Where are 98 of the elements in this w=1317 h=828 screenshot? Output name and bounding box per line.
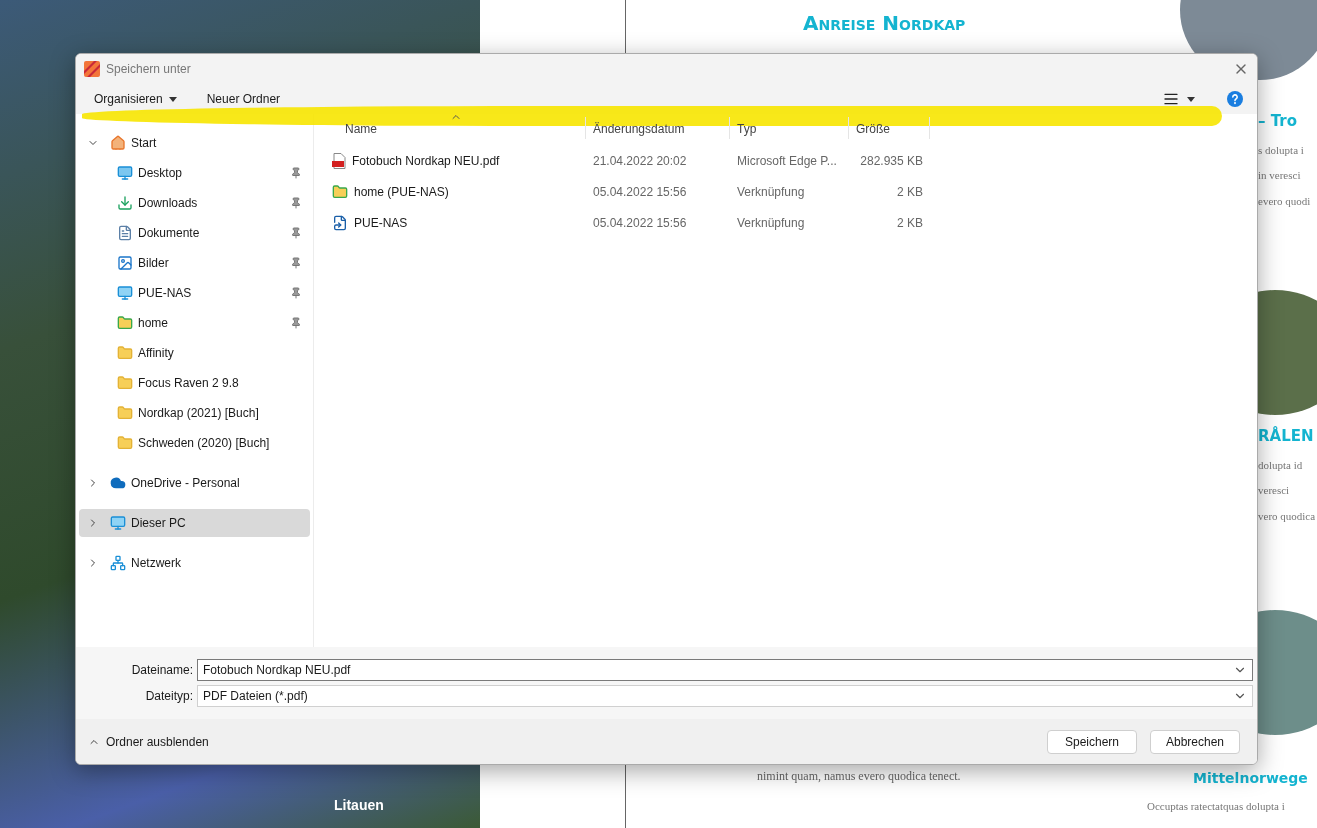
file-date: 05.04.2022 15:56	[592, 183, 688, 201]
section-heading: – Tro	[1258, 111, 1298, 132]
file-name: PUE-NAS	[354, 214, 408, 232]
nav-item[interactable]: OneDrive - Personal	[79, 469, 310, 497]
nav-label: Affinity	[138, 345, 174, 362]
nav-item[interactable]: Focus Raven 2 9.8	[79, 369, 310, 397]
folder-icon	[117, 405, 133, 421]
save-button[interactable]: Speichern	[1047, 729, 1137, 754]
nav-item[interactable]: Affinity	[79, 339, 310, 367]
file-type: Verknüpfung	[736, 183, 806, 201]
file-size: 282.935 KB	[859, 152, 924, 170]
nav-label: Downloads	[138, 195, 198, 212]
file-row[interactable]: Fotobuch Nordkap NEU.pdf 21.04.2022 20:02 Microsoft Edge P... 282.935 KB	[314, 145, 1257, 176]
nav-label: PUE-NAS	[138, 285, 192, 302]
home-icon	[110, 135, 126, 151]
file-size: 2 KB	[896, 183, 924, 201]
document-heading: Anreise Nordkap	[803, 10, 966, 37]
filename-field[interactable]: Fotobuch Nordkap NEU.pdf	[197, 659, 1253, 681]
field-label: Dateityp:	[144, 688, 194, 705]
map-label: Litauen	[334, 796, 384, 815]
section-heading: Mittelnorwege	[1193, 769, 1308, 788]
file-date: 21.04.2022 20:02	[592, 152, 688, 170]
network-icon	[110, 555, 126, 571]
file-type: Verknüpfung	[736, 214, 806, 232]
cancel-button[interactable]: Abbrechen	[1150, 729, 1240, 754]
body-text: evero quodi	[1258, 193, 1312, 209]
nav-item[interactable]: Start	[79, 129, 310, 157]
nav-label: Dokumente	[138, 225, 200, 242]
nav-item[interactable]: Downloads	[79, 189, 310, 217]
file-row[interactable]: PUE-NAS 05.04.2022 15:56 Verknüpfung 2 KB	[314, 207, 1257, 238]
file-date: 05.04.2022 15:56	[592, 214, 688, 232]
nav-label: Bilder	[138, 255, 169, 272]
pin-icon[interactable]	[290, 167, 302, 179]
shortcut-icon	[332, 214, 348, 231]
file-size: 2 KB	[896, 214, 924, 232]
nav-label: Start	[131, 135, 157, 152]
file-name: Fotobuch Nordkap NEU.pdf	[352, 152, 500, 170]
body-text: Occuptas ratectatquas dolupta i	[1147, 799, 1285, 814]
window-title: Speichern unter	[106, 61, 191, 78]
folder-icon	[117, 345, 133, 361]
column-header[interactable]: Typ	[730, 117, 849, 139]
nav-item[interactable]: Dieser PC	[79, 509, 310, 537]
column-header[interactable]: Größe	[849, 117, 930, 139]
body-text: s dolupta i	[1258, 142, 1305, 158]
body-text: nimint quam, namus evero quodica tenect.	[757, 768, 961, 785]
folder-shortcut-icon	[332, 183, 348, 200]
nav-label: Desktop	[138, 165, 183, 182]
filetype-dropdown[interactable]: PDF Dateien (*.pdf)	[197, 685, 1253, 707]
caret-icon[interactable]	[1187, 96, 1195, 102]
hide-folders-button[interactable]: Ordner ausblenden	[88, 732, 209, 751]
nav-item[interactable]: Nordkap (2021) [Buch]	[79, 399, 310, 427]
pin-icon[interactable]	[290, 287, 302, 299]
column-header[interactable]: Änderungsdatum	[586, 117, 730, 139]
nav-label: home	[138, 315, 169, 332]
file-name: home (PUE-NAS)	[354, 183, 449, 201]
nav-item[interactable]: Bilder	[79, 249, 310, 277]
pdf-file-icon	[332, 152, 346, 169]
new-folder-button[interactable]: Neuer Ordner	[206, 90, 281, 108]
nav-item[interactable]: Dokumente	[79, 219, 310, 247]
body-text: dolupta id	[1258, 457, 1304, 473]
nav-label: OneDrive - Personal	[131, 475, 240, 492]
field-label: Dateiname:	[130, 662, 194, 679]
monitor-icon	[117, 285, 133, 301]
cloud-icon	[110, 475, 126, 491]
app-logo-icon	[84, 61, 100, 77]
body-text: veresci	[1258, 483, 1291, 498]
body-text: in veresci	[1258, 168, 1302, 183]
nav-label: Schweden (2020) [Buch]	[138, 435, 270, 452]
view-menu-icon[interactable]	[1163, 91, 1179, 107]
document-icon	[117, 225, 133, 241]
folder-icon	[117, 315, 133, 331]
nav-item[interactable]: PUE-NAS	[79, 279, 310, 307]
file-type: Microsoft Edge P...	[736, 152, 838, 170]
download-icon	[117, 195, 133, 211]
nav-label: Netzwerk	[131, 555, 181, 572]
nav-item[interactable]: Netzwerk	[79, 549, 310, 577]
organize-menu-button[interactable]: Organisieren	[94, 90, 177, 108]
body-text: vero quodica	[1258, 508, 1316, 524]
picture-icon	[117, 255, 133, 271]
column-header[interactable]: Name	[314, 117, 586, 139]
folder-icon	[117, 435, 133, 451]
pin-icon[interactable]	[290, 317, 302, 329]
desktop-icon	[117, 165, 133, 181]
pin-icon[interactable]	[290, 257, 302, 269]
nav-item[interactable]: Desktop	[79, 159, 310, 187]
monitor-icon	[110, 515, 126, 531]
section-heading: RÅLEN	[1258, 425, 1315, 447]
nav-label: Dieser PC	[131, 515, 186, 532]
pin-icon[interactable]	[290, 197, 302, 209]
help-icon[interactable]	[1227, 91, 1243, 107]
nav-item[interactable]: home	[79, 309, 310, 337]
nav-item[interactable]: Schweden (2020) [Buch]	[79, 429, 310, 457]
pin-icon[interactable]	[290, 227, 302, 239]
nav-label: Focus Raven 2 9.8	[138, 375, 239, 392]
nav-label: Nordkap (2021) [Buch]	[138, 405, 259, 422]
caret-icon	[168, 96, 177, 102]
folder-icon	[117, 375, 133, 391]
file-row[interactable]: home (PUE-NAS) 05.04.2022 15:56 Verknüpfung 2 KB	[314, 176, 1257, 207]
